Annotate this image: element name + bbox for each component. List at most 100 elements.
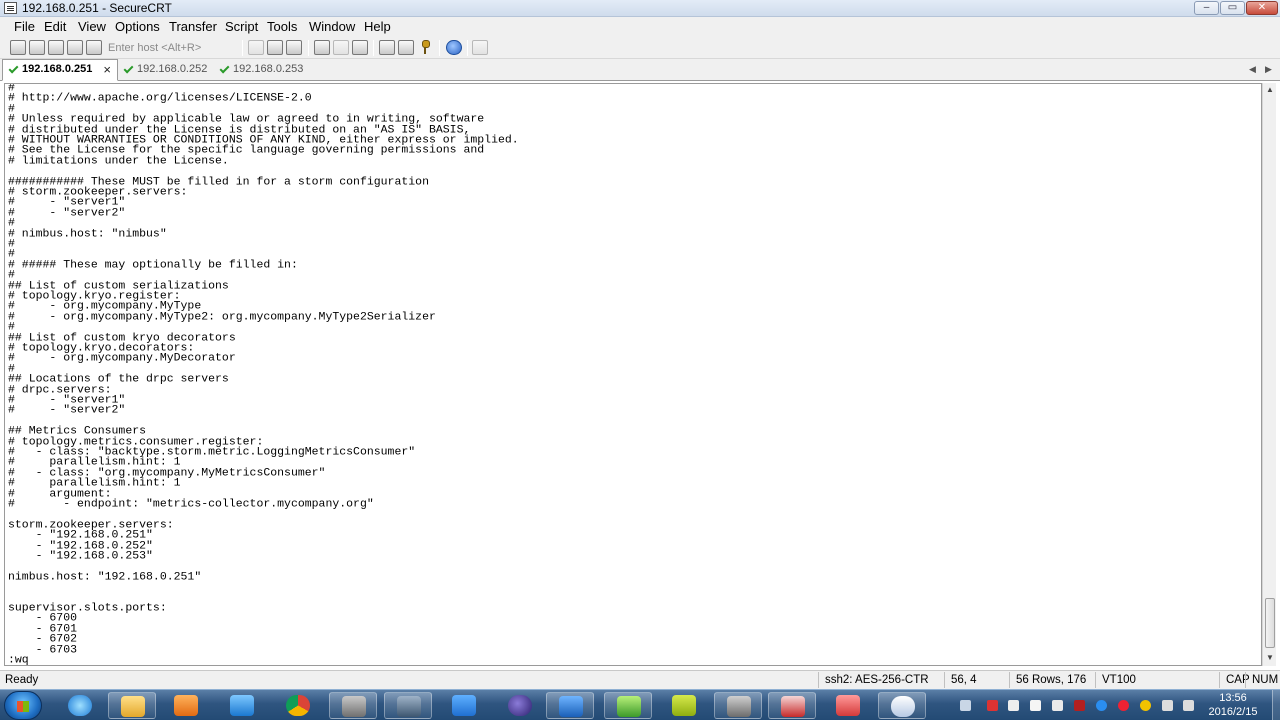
securecrt-icon[interactable]	[714, 692, 762, 719]
dubbo-icon[interactable]	[878, 692, 926, 719]
reconnect-icon[interactable]	[67, 40, 83, 55]
file-explorer-icon[interactable]	[108, 692, 156, 719]
disconnect-icon[interactable]	[86, 40, 102, 55]
menu-transfer[interactable]: Transfer	[169, 19, 217, 35]
tab-192-168-0-253[interactable]: 192.168.0.253	[214, 60, 310, 81]
cloud-tray-icon[interactable]	[1096, 700, 1107, 711]
terminal-output[interactable]: # # http://www.apache.org/licenses/LICENS…	[4, 83, 1262, 666]
terminal-line: # limitations under the License.	[8, 154, 229, 167]
clock-date[interactable]: 2016/2/15	[1196, 706, 1270, 718]
terminal-line: # - org.mycompany.MyDecorator	[8, 352, 236, 365]
menu-options[interactable]: Options	[115, 19, 160, 35]
document-tray-icon[interactable]	[1052, 700, 1063, 711]
chrome-icon[interactable]	[274, 692, 322, 719]
briefcase-tool-icon[interactable]	[384, 692, 432, 719]
tab-label: 192.168.0.253	[233, 63, 304, 75]
monitor-tray-icon[interactable]	[1008, 700, 1019, 711]
menu-edit[interactable]: Edit	[44, 19, 66, 35]
terminal-emulation: VT100	[1095, 672, 1219, 688]
terminal-line: # - org.mycompany.MyType2: org.mycompany…	[8, 310, 436, 323]
notes-icon[interactable]	[440, 692, 488, 719]
copy-icon[interactable]	[248, 40, 264, 55]
tab-label: 192.168.0.251	[22, 63, 93, 75]
pycharm-icon[interactable]	[604, 692, 652, 719]
terminal-scrollbar[interactable]: ▲ ▼	[1262, 83, 1276, 666]
antivirus-tray-icon[interactable]	[987, 700, 998, 711]
maximize-button[interactable]: ▭	[1220, 1, 1245, 15]
eraser-app-icon[interactable]	[824, 692, 872, 719]
terminal-line: # ##### These may optionally be filled i…	[8, 258, 298, 271]
paste-icon[interactable]	[267, 40, 283, 55]
foxit-reader-icon[interactable]	[768, 692, 816, 719]
tab-192-168-0-251[interactable]: 192.168.0.251 ×	[2, 59, 118, 81]
tab-scroll-left-icon[interactable]: ◀	[1249, 64, 1256, 75]
toolbar-separator	[308, 40, 309, 56]
securecrt-app-icon	[4, 2, 17, 14]
print-setup-icon[interactable]	[352, 40, 368, 55]
menu-window[interactable]: Window	[309, 19, 355, 35]
eclipse-icon[interactable]	[496, 692, 544, 719]
media-player-icon[interactable]	[162, 692, 210, 719]
connect-in-tab-icon[interactable]	[48, 40, 64, 55]
print-icon[interactable]	[314, 40, 330, 55]
network-app-icon[interactable]	[218, 692, 266, 719]
toolbar	[0, 37, 1280, 59]
scroll-thumb[interactable]	[1265, 598, 1275, 648]
keymap-icon[interactable]	[417, 40, 433, 55]
terminal-line: # - endpoint: "metrics-collector.mycompa…	[8, 498, 374, 511]
sftp-icon[interactable]	[472, 40, 488, 55]
terminal-line: # - "server2"	[8, 404, 126, 417]
scroll-up-icon[interactable]: ▲	[1266, 85, 1274, 94]
terminal-line: nimbus.host: "192.168.0.251"	[8, 570, 202, 583]
network-tray-icon[interactable]	[1162, 700, 1173, 711]
minimize-button[interactable]: –	[1194, 1, 1219, 15]
show-desktop-button[interactable]	[1272, 690, 1280, 721]
toolbar-separator	[439, 40, 440, 56]
start-button[interactable]	[4, 691, 42, 720]
window-title: 192.168.0.251 - SecureCRT	[22, 1, 172, 15]
toolbar-separator	[242, 40, 243, 56]
enter-host-input[interactable]	[106, 39, 238, 56]
system-tray	[955, 692, 1195, 719]
session-options-icon[interactable]	[379, 40, 395, 55]
tab-scroll-right-icon[interactable]: ▶	[1265, 64, 1272, 75]
terminal-line: # - "server2"	[8, 206, 126, 219]
toolbar-separator	[373, 40, 374, 56]
qq-tray-icon[interactable]	[1140, 700, 1151, 711]
quick-connect-icon[interactable]	[29, 40, 45, 55]
status-text: Ready	[5, 674, 39, 686]
tab-label: 192.168.0.252	[137, 63, 208, 75]
toolbar-separator	[467, 40, 468, 56]
menu-view[interactable]: View	[78, 19, 106, 35]
close-tab-icon[interactable]: ×	[103, 60, 111, 79]
connect-icon[interactable]	[10, 40, 26, 55]
terminal-size: 56 Rows, 176 Cols	[1009, 672, 1095, 703]
menu-script[interactable]: Script	[225, 19, 258, 35]
clock-time[interactable]: 13:56	[1196, 692, 1270, 704]
menu-help[interactable]: Help	[364, 19, 391, 35]
close-button[interactable]: ✕	[1246, 1, 1278, 15]
print-selection-icon[interactable]	[333, 40, 349, 55]
bug-tray-icon[interactable]	[1118, 700, 1129, 711]
cursor-position: 56, 4	[944, 672, 1008, 688]
connected-check-icon	[123, 63, 134, 74]
memory-analyzer-icon[interactable]	[660, 692, 708, 719]
find-icon[interactable]	[286, 40, 302, 55]
global-options-icon[interactable]	[398, 40, 414, 55]
help-icon[interactable]	[446, 40, 462, 55]
tab-192-168-0-252[interactable]: 192.168.0.252	[118, 60, 214, 81]
volume-tray-icon[interactable]	[1183, 700, 1194, 711]
internet-explorer-icon[interactable]	[56, 692, 104, 719]
grid-tray-icon[interactable]	[1030, 700, 1041, 711]
toolbox-icon[interactable]	[329, 692, 377, 719]
virtualbox-icon[interactable]	[546, 692, 594, 719]
scroll-down-icon[interactable]: ▼	[1266, 653, 1274, 662]
status-bar: Ready ssh2: AES-256-CTR 56, 4 56 Rows, 1…	[0, 670, 1280, 703]
terminal-line: # nimbus.host: "nimbus"	[8, 227, 167, 240]
shield-tray-icon[interactable]	[1074, 700, 1085, 711]
title-bar[interactable]: 192.168.0.251 - SecureCRT – ▭ ✕	[0, 0, 1280, 17]
menu-tools[interactable]: Tools	[267, 19, 297, 35]
keyboard-tray-icon[interactable]	[960, 700, 971, 711]
connected-check-icon	[8, 63, 19, 74]
menu-file[interactable]: File	[14, 19, 35, 35]
